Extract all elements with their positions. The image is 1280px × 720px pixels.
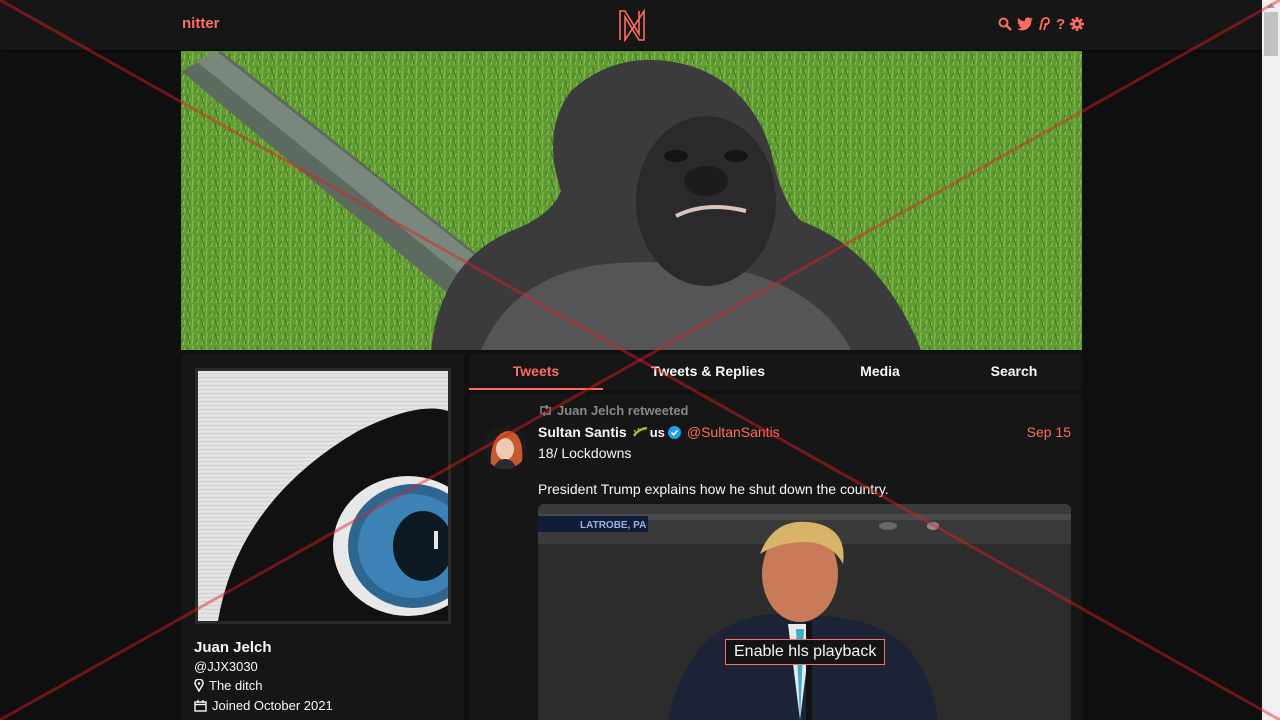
location-pin-icon (194, 679, 204, 692)
scroll-up-arrow-icon[interactable] (1267, 3, 1275, 8)
profile-joined: Joined October 2021 (194, 698, 333, 713)
verified-icon (667, 425, 681, 439)
retweet-header: Juan Jelch retweeted (538, 403, 689, 418)
rss-icon[interactable] (1038, 15, 1051, 33)
video-thumbnail: LATROBE, PA (538, 504, 1071, 720)
nitter-logo-icon[interactable] (617, 8, 647, 42)
tweet-text-line-2: President Trump explains how he shut dow… (538, 481, 889, 497)
enable-hls-playback-button[interactable]: Enable hls playback (725, 639, 886, 665)
flag-badge: us (632, 424, 665, 440)
page-scrollbar[interactable] (1262, 0, 1280, 720)
tab-search[interactable]: Search (974, 354, 1054, 390)
timeline-tabs: Tweets Tweets & Replies Media Search (469, 354, 1082, 390)
tab-tweets[interactable]: Tweets (469, 354, 603, 390)
settings-icon[interactable] (1070, 15, 1085, 33)
search-icon[interactable] (998, 15, 1012, 33)
video-location-caption: LATROBE, PA (580, 520, 646, 531)
tweet-fullname[interactable]: Sultan Santis (538, 424, 627, 440)
retweet-header-text: Juan Jelch retweeted (557, 403, 689, 418)
joined-text: Joined October 2021 (212, 698, 333, 713)
banner-image (181, 51, 1082, 350)
tweet-avatar[interactable] (483, 425, 527, 469)
profile-username[interactable]: @JJX3030 (194, 659, 258, 674)
brand-link[interactable]: nitter (182, 15, 220, 32)
location-text: The ditch (209, 678, 263, 693)
tweet-video[interactable]: LATROBE, PA Enable hls playback (538, 504, 1071, 720)
avatar-image (198, 371, 448, 621)
profile-banner[interactable] (181, 51, 1082, 350)
timeline-item[interactable]: Juan Jelch retweeted Sultan Santis us @S… (469, 394, 1082, 720)
flag-text: us (649, 424, 665, 440)
tweet-date[interactable]: Sep 15 (1027, 424, 1071, 440)
profile-card: Juan Jelch @JJX3030 The ditch Joined Oct… (181, 354, 464, 720)
scroll-thumb[interactable] (1264, 12, 1278, 56)
profile-location: The ditch (194, 678, 262, 693)
tweet-header: Sultan Santis us @SultanSantis Sep 15 (538, 423, 1071, 441)
calendar-icon (194, 699, 207, 712)
nav-icon-group: ? (998, 15, 1085, 33)
twitter-icon[interactable] (1017, 15, 1033, 33)
retweet-icon (540, 405, 551, 416)
tweet-username[interactable]: @SultanSantis (687, 424, 780, 440)
tab-tweets-replies[interactable]: Tweets & Replies (632, 354, 784, 390)
top-navbar: nitter ? (0, 0, 1262, 50)
bug-icon (632, 427, 647, 437)
help-icon[interactable]: ? (1056, 15, 1065, 33)
tweet-avatar-image (483, 425, 527, 469)
tweet-text-line-1: 18/ Lockdowns (538, 445, 632, 461)
profile-fullname[interactable]: Juan Jelch (194, 639, 272, 656)
profile-avatar[interactable] (195, 368, 451, 624)
tab-media[interactable]: Media (839, 354, 921, 390)
